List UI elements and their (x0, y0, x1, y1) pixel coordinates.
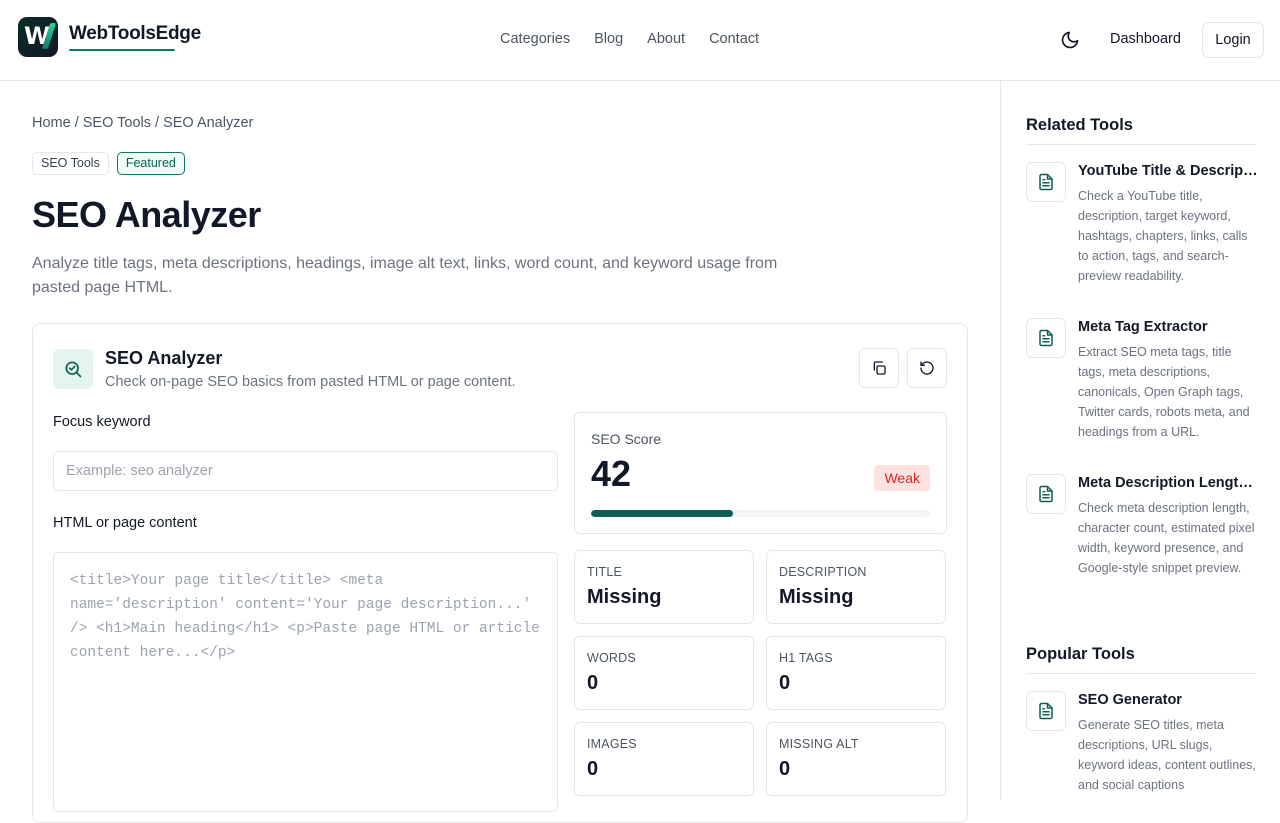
site-header: W WebToolsEdge Categories Blog About Con… (0, 0, 1280, 81)
nav-item-about[interactable]: About (647, 31, 685, 47)
stat-images: IMAGES 0 (574, 722, 754, 796)
stat-label: MISSING ALT (779, 737, 859, 751)
score-value: 42 (591, 453, 632, 494)
content-textarea[interactable] (53, 552, 558, 812)
stat-value: Missing (779, 586, 854, 608)
stat-value: 0 (779, 672, 791, 694)
reset-icon (920, 361, 934, 375)
stat-label: DESCRIPTION (779, 565, 867, 579)
tool-title: SEO Analyzer (105, 348, 223, 368)
related-tool-title[interactable]: Meta Description Length Checker (1078, 475, 1258, 491)
stat-value: 0 (779, 758, 791, 780)
logo-icon: W (18, 17, 58, 57)
search-analyze-icon (53, 349, 93, 389)
stat-description: DESCRIPTION Missing (766, 550, 946, 624)
document-icon (1026, 162, 1066, 202)
seo-score-panel: SEO Score 42 Weak (574, 412, 947, 534)
related-tool-description: Extract SEO meta tags, title tags, meta … (1078, 345, 1250, 439)
stat-label: TITLE (587, 565, 623, 579)
document-icon (1026, 318, 1066, 358)
category-badge[interactable]: SEO Tools (32, 152, 109, 175)
featured-badge: Featured (116, 152, 185, 175)
copy-icon (873, 361, 886, 375)
score-rating-badge: Weak (874, 465, 930, 491)
stat-missing-alt: MISSING ALT 0 (766, 722, 946, 796)
page-subtitle: Analyze title tags, meta descriptions, h… (32, 255, 778, 296)
tool-card: SEO Analyzer Check on-page SEO basics fr… (32, 323, 968, 823)
score-progress-fill (591, 510, 734, 517)
score-progress-bar (591, 510, 930, 517)
keyword-input[interactable] (53, 451, 558, 491)
document-icon (1026, 474, 1066, 514)
stat-value: 0 (587, 758, 599, 780)
page-title: SEO Analyzer (32, 194, 261, 235)
popular-tools-heading: Popular Tools (1026, 645, 1256, 674)
main-nav: Categories Blog About Contact (500, 31, 783, 47)
popular-tool-title[interactable]: SEO Generator (1078, 692, 1258, 708)
score-label: SEO Score (591, 431, 662, 447)
nav-item-contact[interactable]: Contact (709, 31, 759, 47)
copy-button[interactable] (859, 348, 899, 388)
stat-title: TITLE Missing (574, 550, 754, 624)
stat-label: H1 TAGS (779, 651, 833, 665)
popular-tool-description: Generate SEO titles, meta descriptions, … (1078, 718, 1256, 792)
related-tools-heading: Related Tools (1026, 116, 1256, 145)
related-tool-description: Check a YouTube title, description, targ… (1078, 189, 1248, 283)
tag-list: SEO Tools Featured (32, 152, 185, 175)
sidebar: Related Tools YouTube Title & Descriptio… (1000, 81, 1280, 800)
brand-name: WebToolsEdge (69, 23, 201, 51)
nav-item-blog[interactable]: Blog (594, 31, 623, 47)
brand-logo[interactable]: W WebToolsEdge (18, 17, 201, 57)
breadcrumb[interactable]: Home / SEO Tools / SEO Analyzer (32, 115, 253, 131)
stat-value: Missing (587, 586, 662, 608)
main-content: Home / SEO Tools / SEO Analyzer SEO Tool… (0, 81, 1000, 823)
tool-description: Check on-page SEO basics from pasted HTM… (105, 374, 516, 390)
document-icon (1026, 691, 1066, 731)
stat-label: WORDS (587, 651, 636, 665)
moon-icon[interactable] (1060, 30, 1080, 50)
login-button[interactable]: Login (1202, 22, 1264, 58)
stat-label: IMAGES (587, 737, 637, 751)
related-tool-title[interactable]: YouTube Title & Description Checker (1078, 163, 1258, 179)
keyword-label: Focus keyword (53, 414, 151, 430)
related-tool-title[interactable]: Meta Tag Extractor (1078, 319, 1258, 335)
content-label: HTML or page content (53, 515, 197, 531)
dashboard-link[interactable]: Dashboard (1110, 31, 1181, 47)
stat-value: 0 (587, 672, 599, 694)
related-tool-description: Check meta description length, character… (1078, 501, 1255, 575)
stat-h1-tags: H1 TAGS 0 (766, 636, 946, 710)
stat-words: WORDS 0 (574, 636, 754, 710)
nav-item-categories[interactable]: Categories (500, 31, 570, 47)
reset-button[interactable] (907, 348, 947, 388)
